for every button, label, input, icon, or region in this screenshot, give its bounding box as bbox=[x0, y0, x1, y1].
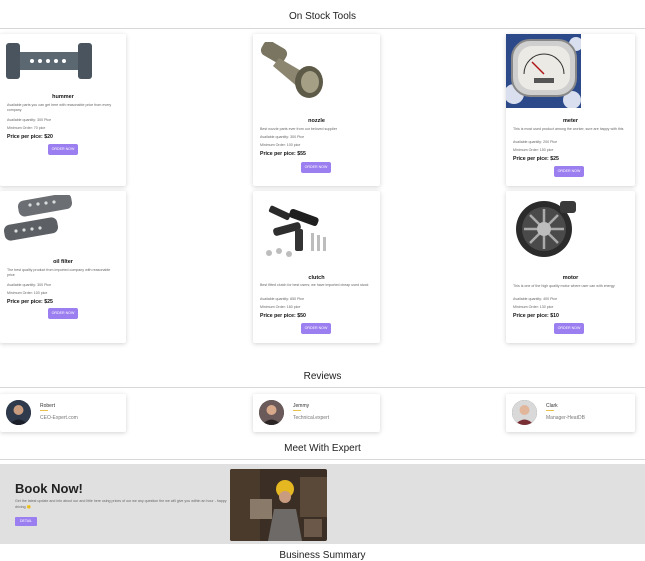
tool-name: nozzle bbox=[308, 118, 325, 124]
oil-filter-image bbox=[4, 195, 74, 249]
rating-bar bbox=[40, 410, 48, 411]
tool-description: The best quality product from imported c… bbox=[7, 268, 111, 278]
tool-name: oil filter bbox=[53, 259, 73, 265]
tool-quantity: Available quantity: 300 Pice bbox=[260, 135, 305, 139]
tool-minimum-order: Minimum Order: 70 pice bbox=[7, 126, 46, 130]
nozzle-tool-image bbox=[259, 42, 325, 102]
review-card-clark: Clark Manager-HeatDB bbox=[506, 394, 635, 432]
tool-minimum-order: Minimum Order: 100 pice bbox=[7, 291, 48, 295]
reviewer-name: Robert bbox=[40, 403, 56, 409]
tools-section-title: On Stock Tools bbox=[288, 11, 357, 22]
detail-button[interactable]: DETAIL bbox=[15, 517, 37, 526]
avatar-clark bbox=[512, 400, 537, 425]
tool-price: Price per pice: $55 bbox=[260, 151, 306, 157]
motor-engine-image bbox=[510, 195, 578, 259]
rating-bar bbox=[293, 410, 301, 411]
tool-price: Price per pice: $10 bbox=[513, 313, 559, 319]
order-now-button[interactable]: ORDER NOW bbox=[48, 144, 78, 155]
tool-card-oil-filter: oil filter The best quality product from… bbox=[0, 191, 126, 343]
tool-price: Price per pice: $25 bbox=[7, 299, 53, 305]
order-now-button[interactable]: ORDER NOW bbox=[48, 308, 78, 319]
tool-card-clutch: clutch Best fitted clutch for best users… bbox=[253, 191, 380, 343]
tool-description: This is one of the high quality motor wh… bbox=[513, 284, 615, 288]
tool-description: This is most used product among the work… bbox=[513, 127, 624, 131]
tool-quantity: Available quantity: 400 Pice bbox=[513, 297, 558, 301]
reviewer-role: Manager-HeatDB bbox=[546, 415, 585, 421]
tool-card-motor: motor This is one of the high quality mo… bbox=[506, 191, 635, 343]
order-now-button[interactable]: ORDER NOW bbox=[554, 166, 584, 177]
rating-bar bbox=[546, 410, 554, 411]
reviews-section-title: Reviews bbox=[303, 371, 342, 382]
reviews-divider bbox=[0, 387, 645, 388]
expert-divider bbox=[0, 459, 645, 460]
review-card-jemmy: Jemmy Technical.expert bbox=[253, 394, 380, 432]
hammer-tool-image bbox=[6, 40, 92, 80]
tool-name: clutch bbox=[308, 275, 325, 281]
review-card-robert: Robert CEO-Expert.com bbox=[0, 394, 126, 432]
speedometer-image bbox=[506, 34, 581, 108]
tool-quantity: Available quantity: 650 Pice bbox=[260, 297, 305, 301]
tool-name: motor bbox=[562, 275, 579, 281]
tool-card-meter: meter This is most used product among th… bbox=[506, 34, 635, 186]
order-now-button[interactable]: ORDER NOW bbox=[301, 323, 331, 334]
tool-price: Price per pice: $25 bbox=[513, 156, 559, 162]
tool-minimum-order: Minimum Order: 150 pice bbox=[513, 148, 554, 152]
reviewer-role: CEO-Expert.com bbox=[40, 415, 78, 421]
tool-description: Available parts you can get here with re… bbox=[7, 103, 112, 113]
reviewer-role: Technical.expert bbox=[293, 415, 330, 421]
mechanic-photo bbox=[230, 469, 327, 541]
tool-price: Price per pice: $20 bbox=[7, 134, 53, 140]
expert-section-title: Meet With Expert bbox=[284, 443, 361, 454]
tool-minimum-order: Minimum Order: 130 pice bbox=[513, 305, 554, 309]
summary-section-title: Business Summary bbox=[279, 550, 366, 561]
avatar-jemmy bbox=[259, 400, 284, 425]
reviewer-name: Clark bbox=[546, 403, 558, 409]
tool-minimum-order: Minimum Order: 160 pice bbox=[260, 305, 301, 309]
page: On Stock Tools hummer Available parts yo… bbox=[0, 0, 645, 561]
tools-divider bbox=[0, 28, 645, 29]
tool-quantity: Available quantity: 300 Pice bbox=[7, 283, 52, 287]
tool-description: Best fitted clutch for best users; we ha… bbox=[260, 283, 369, 287]
tool-minimum-order: Minimum Order: 100 pice bbox=[260, 143, 301, 147]
reviewer-name: Jemmy bbox=[293, 403, 310, 409]
avatar-robert bbox=[6, 400, 31, 425]
order-now-button[interactable]: ORDER NOW bbox=[554, 323, 584, 334]
clutch-parts-image bbox=[259, 199, 329, 261]
tool-card-hummer: hummer Available parts you can get here … bbox=[0, 34, 126, 186]
book-now-title: Book Now! bbox=[15, 481, 83, 496]
tool-quantity: Available quantity: 200 Pice bbox=[513, 140, 558, 144]
tool-quantity: Available quantity: 300 Pice bbox=[7, 118, 52, 122]
tool-description: Best nozzle parts ever from our beloved … bbox=[260, 127, 338, 131]
tool-card-nozzle: nozzle Best nozzle parts ever from our b… bbox=[253, 34, 380, 186]
book-now-text: Get the latest update and info about our… bbox=[15, 499, 227, 509]
tool-price: Price per pice: $50 bbox=[260, 313, 306, 319]
tool-name: hummer bbox=[52, 94, 74, 100]
tool-name: meter bbox=[563, 118, 578, 124]
order-now-button[interactable]: ORDER NOW bbox=[301, 162, 331, 173]
